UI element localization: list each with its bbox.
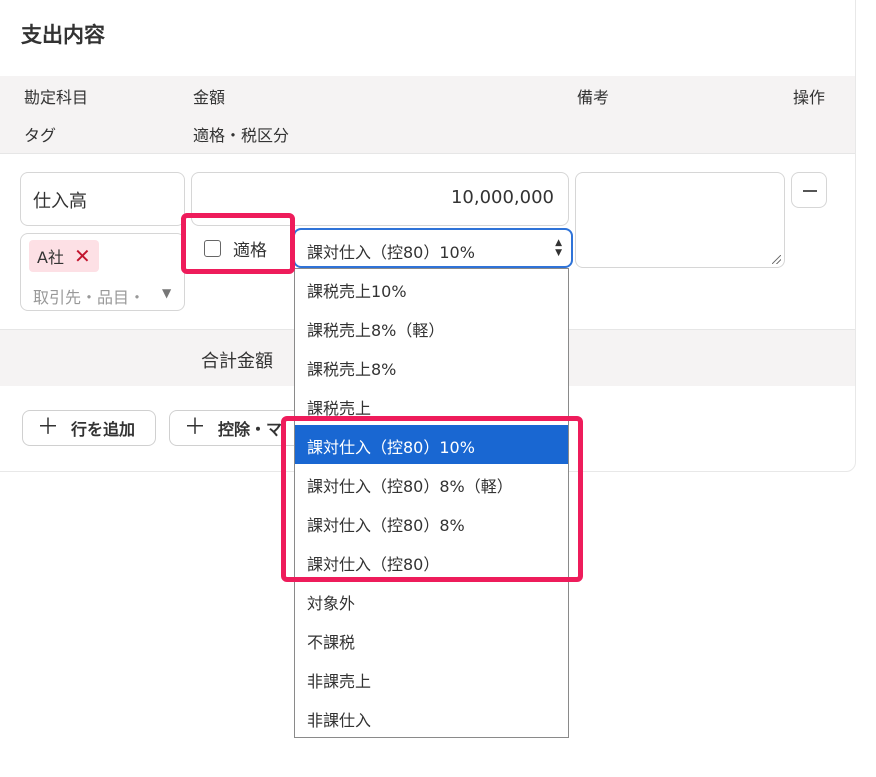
qualified-toggle[interactable]: 適格 bbox=[195, 231, 267, 265]
close-icon[interactable]: ✕ bbox=[74, 246, 91, 266]
tax-selected-value: 課対仕入（控80）10% bbox=[307, 243, 475, 262]
select-arrows-icon: ▲ ▼ bbox=[555, 238, 562, 258]
deduction-button[interactable]: ＋ 控除・マ bbox=[169, 410, 309, 446]
header-tax: 適格・税区分 bbox=[193, 126, 290, 145]
amount-input[interactable]: 10,000,000 bbox=[191, 172, 569, 226]
table-header: 勘定科目 金額 備考 操作 タグ 適格・税区分 bbox=[0, 76, 855, 154]
tag-chip: A社 ✕ bbox=[29, 240, 99, 272]
tax-options-dropdown[interactable]: 課税売上10% 課税売上8%（軽） 課税売上8% 課税売上 課対仕入（控80）10% 課対… bbox=[294, 268, 569, 738]
plus-icon: ＋ bbox=[37, 415, 60, 440]
tax-option[interactable]: 課税売上10% bbox=[295, 269, 568, 308]
header-amount: 金額 bbox=[193, 88, 226, 107]
memo-textarea[interactable] bbox=[575, 172, 785, 268]
tax-option[interactable]: 非課売上 bbox=[295, 659, 568, 698]
tag-placeholder: 取引先・品目・ bbox=[33, 288, 146, 307]
tag-select[interactable]: A社 ✕ 取引先・品目・ ▼ bbox=[20, 233, 185, 311]
add-row-label: 行を追加 bbox=[71, 420, 136, 439]
tax-option[interactable]: 非課仕入 bbox=[295, 698, 568, 737]
header-memo: 備考 bbox=[577, 88, 610, 107]
header-action: 操作 bbox=[793, 88, 826, 107]
tax-option[interactable]: 課税売上 bbox=[295, 386, 568, 425]
tax-category-select[interactable]: 課対仕入（控80）10% ▲ ▼ bbox=[293, 228, 573, 268]
tax-option[interactable]: 不課税 bbox=[295, 620, 568, 659]
remove-row-button[interactable] bbox=[791, 172, 827, 208]
tax-option[interactable]: 課対仕入（控80）8%（軽） bbox=[295, 464, 568, 503]
tax-option[interactable]: 課対仕入（控80）10% bbox=[295, 425, 568, 464]
qualified-label: 適格 bbox=[233, 240, 267, 261]
resize-grip-icon[interactable] bbox=[772, 255, 781, 264]
tax-option[interactable]: 課対仕入（控80） bbox=[295, 542, 568, 581]
deduction-label: 控除・マ bbox=[218, 420, 283, 439]
tax-option[interactable]: 課税売上8% bbox=[295, 347, 568, 386]
account-input[interactable]: 仕入高 bbox=[20, 172, 185, 226]
add-row-button[interactable]: ＋ 行を追加 bbox=[22, 410, 156, 446]
chevron-down-icon[interactable]: ▼ bbox=[162, 286, 171, 300]
tax-option[interactable]: 課対仕入（控80）8% bbox=[295, 503, 568, 542]
qualified-checkbox[interactable] bbox=[204, 239, 221, 257]
minus-icon bbox=[803, 190, 817, 192]
tax-option[interactable]: 対象外 bbox=[295, 581, 568, 620]
tag-chip-label: A社 bbox=[37, 248, 64, 267]
header-tag: タグ bbox=[24, 126, 57, 145]
section-title: 支出内容 bbox=[21, 23, 105, 47]
plus-icon: ＋ bbox=[184, 415, 207, 440]
tax-option[interactable]: 課税売上8%（軽） bbox=[295, 308, 568, 347]
header-account: 勘定科目 bbox=[24, 88, 89, 107]
total-label: 合計金額 bbox=[201, 351, 273, 372]
